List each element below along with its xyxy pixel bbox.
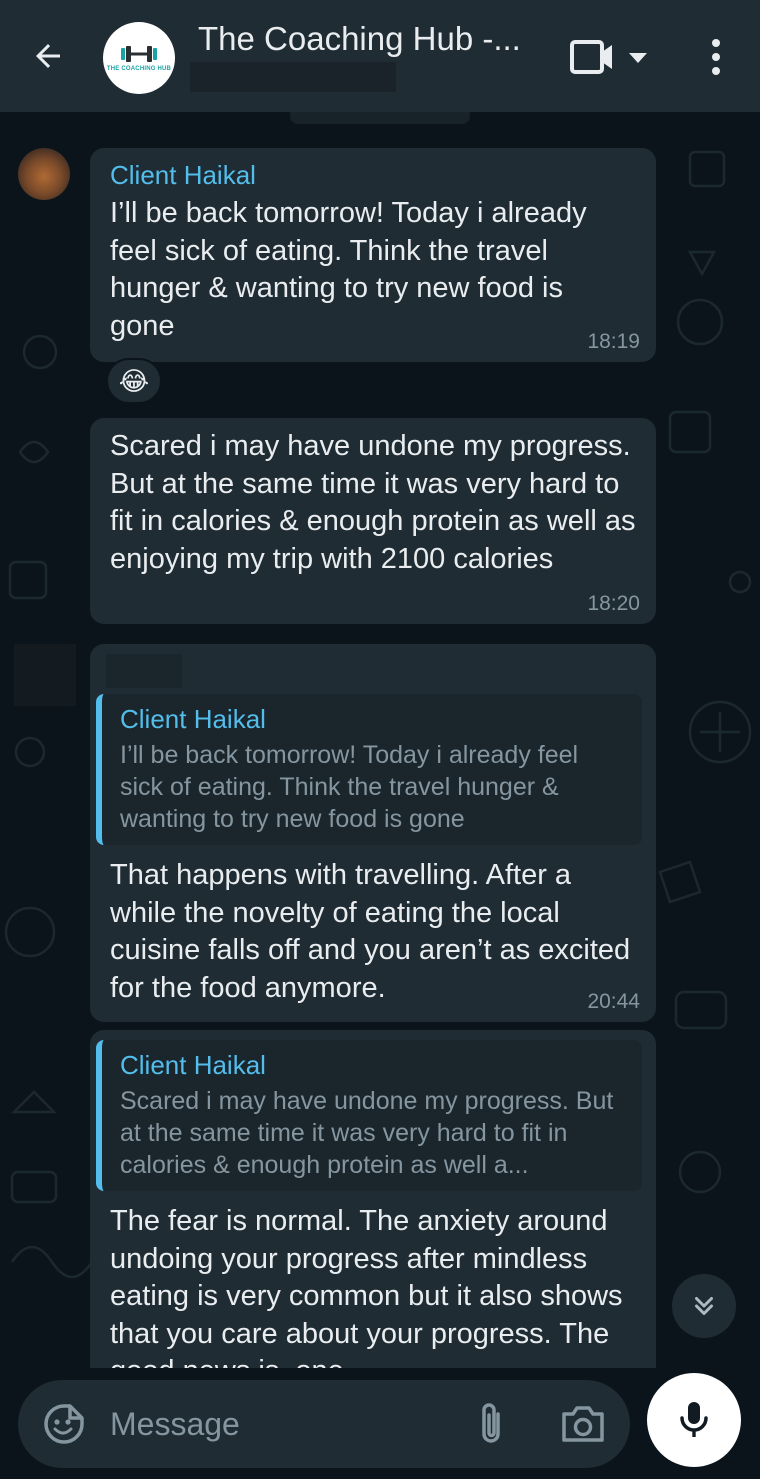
kebab-menu-icon (712, 39, 720, 75)
redacted-subtitle (190, 62, 396, 92)
quoted-message[interactable]: Client Haikal I’ll be back tomorrow! Tod… (96, 694, 642, 845)
dumbbell-logo-icon (121, 46, 157, 62)
sender-avatar[interactable] (18, 148, 70, 200)
date-separator (290, 112, 470, 124)
group-avatar[interactable]: THE COACHING HUB (103, 22, 175, 94)
chat-title[interactable]: The Coaching Hub -... (198, 20, 521, 58)
message-bubble-reply[interactable]: Client Haikal I’ll be back tomorrow! Tod… (90, 644, 656, 1022)
chat-messages[interactable]: Client Haikal I’ll be back tomorrow! Tod… (0, 112, 760, 1368)
message-composer (18, 1380, 630, 1468)
chat-header: THE COACHING HUB The Coaching Hub -... (0, 0, 760, 112)
double-chevron-down-icon (695, 1297, 713, 1315)
message-reaction[interactable]: 😂 (106, 358, 162, 404)
message-time: 18:19 (587, 330, 640, 353)
message-bubble-reply[interactable]: Client Haikal Scared i may have undone m… (90, 1030, 656, 1368)
back-button[interactable] (22, 30, 74, 82)
voice-message-button[interactable] (647, 1373, 741, 1467)
message-text: The fear is normal. The anxiety around u… (110, 1205, 623, 1368)
laughing-emoji-icon: 😂 (118, 365, 150, 396)
message-sender-name[interactable]: Client Haikal (110, 160, 636, 191)
group-logo-text: THE COACHING HUB (106, 66, 172, 72)
paperclip-icon (482, 1403, 500, 1443)
quoted-text: I’ll be back tomorrow! Today i already f… (120, 741, 579, 833)
message-bubble-incoming[interactable]: Scared i may have undone my progress. Bu… (90, 418, 656, 624)
sticker-smiley-icon (44, 1404, 84, 1444)
attach-button[interactable] (470, 1400, 514, 1448)
message-bubble-incoming[interactable]: Client Haikal I’ll be back tomorrow! Tod… (90, 148, 656, 362)
message-text: I’ll be back tomorrow! Today i already f… (110, 197, 587, 342)
quoted-sender-name: Client Haikal (120, 1050, 266, 1080)
more-options-button[interactable] (700, 36, 732, 80)
quoted-text: Scared i may have undone my progress. Bu… (120, 1087, 614, 1179)
message-time: 20:44 (587, 990, 640, 1013)
redacted-sender-avatar (14, 644, 76, 706)
scroll-to-bottom-button[interactable] (672, 1274, 736, 1338)
redacted-sender-name (106, 654, 182, 688)
video-camera-icon (570, 40, 647, 74)
camera-icon (562, 1406, 604, 1442)
arrow-left-icon (36, 44, 60, 68)
emoji-button[interactable] (42, 1402, 86, 1446)
message-text: Scared i may have undone my progress. Bu… (110, 430, 636, 575)
camera-button[interactable] (558, 1400, 608, 1448)
microphone-icon (680, 1402, 708, 1437)
message-input[interactable] (110, 1398, 450, 1450)
message-time: 18:20 (587, 592, 640, 615)
video-call-button[interactable] (566, 36, 656, 80)
quoted-message[interactable]: Client Haikal Scared i may have undone m… (96, 1040, 642, 1191)
quoted-sender-name: Client Haikal (120, 704, 266, 734)
message-text: That happens with travelling. After a wh… (110, 859, 631, 1004)
